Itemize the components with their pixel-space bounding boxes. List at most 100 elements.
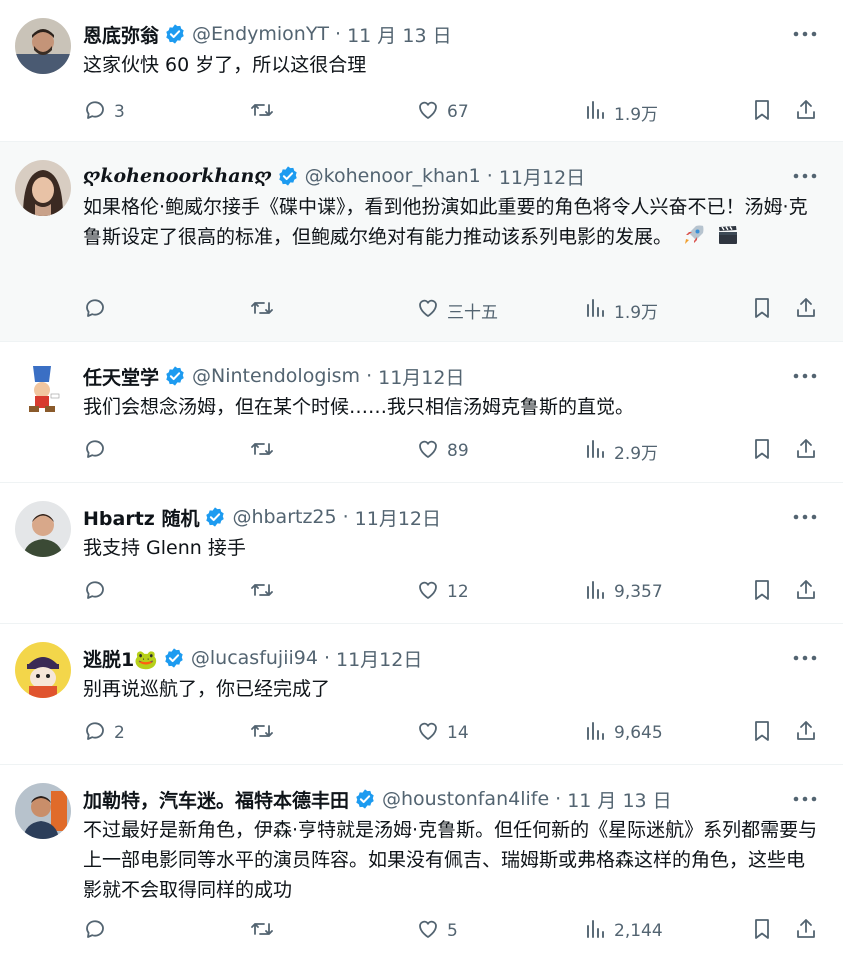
view-count: 2.9万 (614, 443, 659, 464)
share-button[interactable] (794, 295, 818, 325)
share-icon (794, 296, 818, 325)
tweet-actions: 3 67 1.9万 (83, 97, 828, 127)
bookmark-button[interactable] (750, 295, 774, 325)
share-button[interactable] (794, 718, 818, 748)
tweet[interactable]: 任天堂学 @Nintendologism · 11月12日 我们会想念汤姆，但在… (0, 342, 843, 483)
tweet[interactable]: ღkohenoorkhanღ @kohenoor_khan1 · 11月12日 … (0, 142, 843, 342)
separator-dot: · (342, 506, 349, 528)
tweet-header: 逃脱1🐸 @lucasfujii94 · 11月12日 (83, 642, 422, 674)
heart-icon (416, 437, 440, 466)
reply-button[interactable]: 2 (83, 718, 125, 748)
like-count: 67 (447, 102, 469, 122)
post-date[interactable]: 11月12日 (355, 504, 441, 531)
reply-icon (83, 578, 107, 607)
like-button[interactable]: 三十五 (416, 295, 498, 325)
display-name[interactable]: Hbartz 随机 (83, 504, 199, 531)
separator-dot: · (323, 647, 330, 669)
post-date[interactable]: 11月12日 (499, 163, 585, 190)
tweet[interactable]: 加勒特，汽车迷。福特本德丰田 @houstonfan4life · 11 月 1… (0, 765, 843, 965)
post-date[interactable]: 11月12日 (336, 645, 422, 672)
verified-badge-icon (164, 365, 186, 387)
display-name[interactable]: 恩底弥翁 (83, 21, 159, 48)
share-button[interactable] (794, 916, 818, 946)
like-button[interactable]: 89 (416, 436, 469, 466)
share-button[interactable] (794, 577, 818, 607)
views-button[interactable]: 9,645 (583, 718, 663, 748)
reply-icon (83, 296, 107, 325)
tweet-text: 我们会想念汤姆，但在某个时候……我只相信汤姆克鲁斯的直觉。 (83, 396, 635, 418)
tweet-header: 任天堂学 @Nintendologism · 11月12日 (83, 360, 464, 392)
bookmark-icon (750, 437, 774, 466)
more-options-icon[interactable] (792, 164, 818, 188)
avatar[interactable] (15, 501, 71, 557)
retweet-button[interactable] (249, 436, 282, 466)
like-button[interactable]: 5 (416, 916, 458, 946)
user-handle[interactable]: @kohenoor_khan1 (305, 165, 481, 187)
more-options-icon[interactable] (792, 364, 818, 388)
retweet-button[interactable] (249, 718, 282, 748)
bookmark-button[interactable] (750, 916, 774, 946)
post-date[interactable]: 11月12日 (378, 363, 464, 390)
share-icon (794, 719, 818, 748)
views-button[interactable]: 1.9万 (583, 295, 658, 325)
avatar[interactable] (15, 783, 71, 839)
bookmark-icon (750, 296, 774, 325)
avatar[interactable] (15, 642, 71, 698)
display-name[interactable]: 任天堂学 (83, 363, 159, 390)
like-button[interactable]: 12 (416, 577, 469, 607)
separator-dot: · (335, 23, 342, 45)
views-button[interactable]: 1.9万 (583, 97, 658, 127)
more-options-icon[interactable] (792, 787, 818, 811)
bookmark-button[interactable] (750, 718, 774, 748)
more-options-icon[interactable] (792, 22, 818, 46)
reply-button[interactable]: 3 (83, 97, 125, 127)
reply-button[interactable] (83, 577, 114, 607)
share-button[interactable] (794, 97, 818, 127)
retweet-button[interactable] (249, 295, 282, 325)
tweet[interactable]: 恩底弥翁 @EndymionYT · 11 月 13 日 这家伙快 60 岁了，… (0, 0, 843, 142)
display-name[interactable]: ღkohenoorkhanღ (83, 165, 272, 187)
tweet[interactable]: Hbartz 随机 @hbartz25 · 11月12日 我支持 Glenn 接… (0, 483, 843, 624)
user-handle[interactable]: @EndymionYT (192, 23, 329, 45)
tweet[interactable]: 逃脱1🐸 @lucasfujii94 · 11月12日 别再说巡航了，你已经完成… (0, 624, 843, 765)
bookmark-button[interactable] (750, 97, 774, 127)
retweet-button[interactable] (249, 97, 282, 127)
share-button[interactable] (794, 436, 818, 466)
tweet-header: ღkohenoorkhanღ @kohenoor_khan1 · 11月12日 (83, 160, 585, 192)
retweet-button[interactable] (249, 916, 282, 946)
separator-dot: · (555, 788, 562, 810)
reply-icon (83, 437, 107, 466)
reply-button[interactable] (83, 295, 114, 325)
reply-button[interactable] (83, 436, 114, 466)
share-icon (794, 578, 818, 607)
like-button[interactable]: 14 (416, 718, 469, 748)
display-name[interactable]: 加勒特，汽车迷。福特本德丰田 (83, 786, 349, 813)
views-button[interactable]: 2,144 (583, 916, 663, 946)
tweet-actions: 5 2,144 (83, 916, 828, 946)
retweet-button[interactable] (249, 577, 282, 607)
more-options-icon[interactable] (792, 505, 818, 529)
more-options-icon[interactable] (792, 646, 818, 670)
avatar[interactable] (15, 160, 71, 216)
bookmark-button[interactable] (750, 577, 774, 607)
like-button[interactable]: 67 (416, 97, 469, 127)
user-handle[interactable]: @lucasfujii94 (191, 647, 318, 669)
avatar[interactable] (15, 360, 71, 416)
bookmark-button[interactable] (750, 436, 774, 466)
avatar[interactable] (15, 18, 71, 74)
post-date[interactable]: 11 月 13 日 (567, 786, 671, 813)
like-count: 三十五 (447, 302, 498, 323)
post-date[interactable]: 11 月 13 日 (347, 21, 451, 48)
reply-button[interactable] (83, 916, 114, 946)
user-handle[interactable]: @Nintendologism (192, 365, 360, 387)
views-button[interactable]: 2.9万 (583, 436, 658, 466)
user-handle[interactable]: @houstonfan4life (382, 788, 549, 810)
share-icon (794, 917, 818, 946)
display-name[interactable]: 逃脱1🐸 (83, 645, 158, 672)
like-count: 89 (447, 441, 469, 461)
reply-icon (83, 917, 107, 946)
bookmark-icon (750, 578, 774, 607)
rocket-icon (682, 223, 706, 247)
user-handle[interactable]: @hbartz25 (232, 506, 336, 528)
views-button[interactable]: 9,357 (583, 577, 663, 607)
